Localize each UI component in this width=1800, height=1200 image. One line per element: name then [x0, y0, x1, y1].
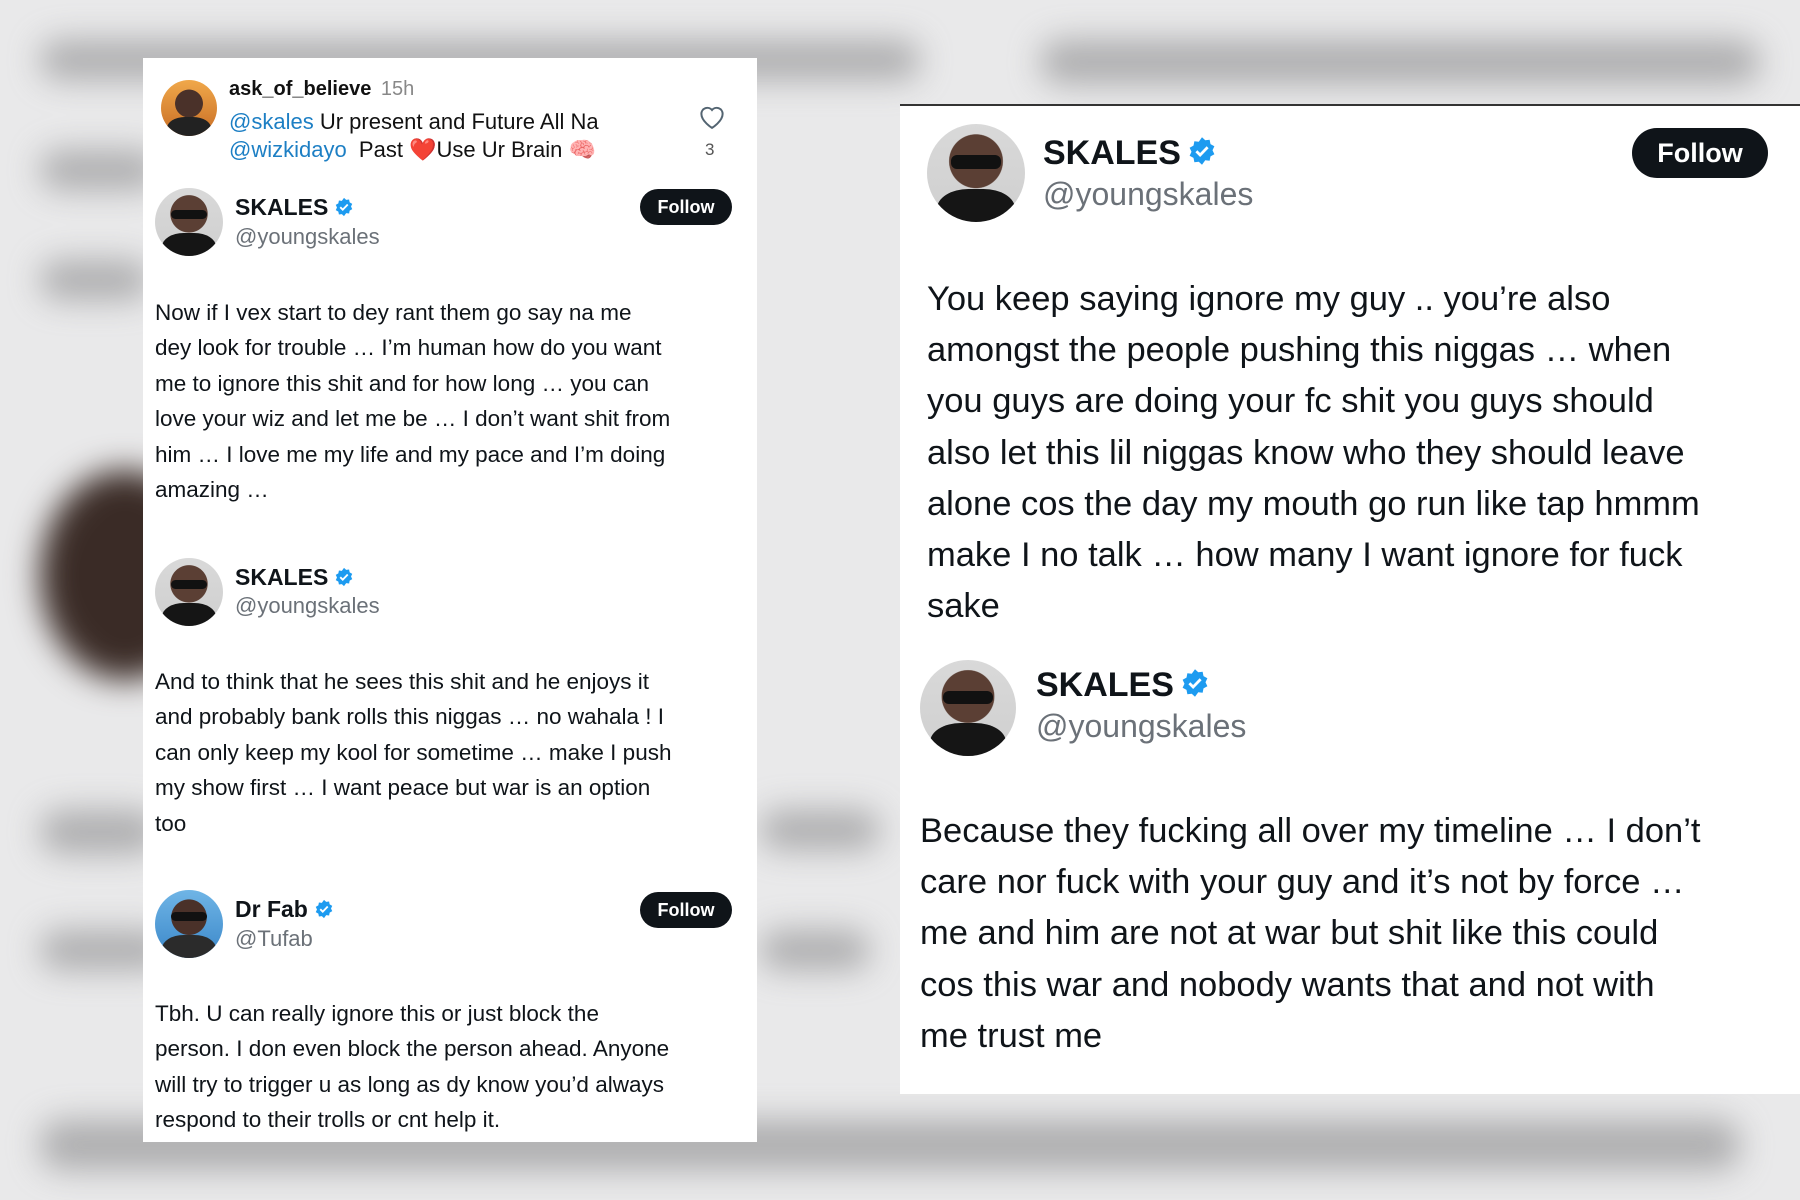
tweet-author-handle[interactable]: @youngskales	[235, 224, 380, 250]
tweet-text: Because they fucking all over my timelin…	[920, 812, 1701, 1055]
tweet-author-name[interactable]: Dr Fab	[235, 896, 334, 923]
tweet-author-handle[interactable]: @youngskales	[235, 593, 380, 619]
brain-emoji: 🧠	[568, 137, 596, 162]
tweet-author-name[interactable]: SKALES	[235, 194, 354, 221]
tweet-avatar[interactable]	[155, 558, 223, 626]
tweet-text: Now if I vex start to dey rant them go s…	[155, 300, 671, 503]
tweet-author-name[interactable]: SKALES	[1036, 666, 1210, 705]
tweet-author-handle[interactable]: @youngskales	[1036, 708, 1246, 745]
comment-text: @skales Ur present and Future All Na @wi…	[229, 109, 599, 162]
tweet-author-handle[interactable]: @youngskales	[1043, 176, 1253, 213]
mention-skales[interactable]: @skales	[229, 109, 314, 134]
tweet-avatar[interactable]	[920, 660, 1016, 756]
like-heart-icon[interactable]	[697, 102, 727, 130]
commenter-avatar[interactable]	[161, 80, 217, 136]
commenter-username[interactable]: ask_of_believe	[229, 78, 371, 100]
tweet-text: You keep saying ignore my guy .. you’re …	[927, 280, 1700, 626]
comment-time: 15h	[380, 78, 415, 100]
tweet-avatar[interactable]	[927, 124, 1025, 222]
verified-badge-icon	[1182, 669, 1208, 697]
tweet-author-handle[interactable]: @Tufab	[235, 926, 313, 952]
follow-button[interactable]: Follow	[1632, 128, 1768, 178]
verified-badge-icon	[1189, 137, 1215, 165]
verified-badge-icon	[315, 899, 333, 919]
verified-badge-icon	[336, 567, 353, 587]
comment-header: ask_of_believe 15h	[229, 78, 414, 101]
mention-wizkidayo[interactable]: @wizkidayo	[229, 137, 347, 162]
tweet-text: And to think that he sees this shit and …	[155, 669, 672, 836]
verified-badge-icon	[336, 197, 353, 217]
red-heart-emoji: ❤️	[409, 137, 437, 162]
tweet-avatar[interactable]	[155, 188, 223, 256]
tweet-text: Tbh. U can really ignore this or just bl…	[155, 1001, 670, 1133]
tweet-avatar[interactable]	[155, 890, 223, 958]
left-screenshot-card: ask_of_believe 15h @skales Ur present an…	[143, 58, 757, 1142]
tweet-author-name[interactable]: SKALES	[1043, 134, 1217, 173]
like-count: 3	[705, 140, 715, 159]
follow-button[interactable]: Follow	[640, 189, 732, 225]
right-screenshot-card: SKALES @youngskales Follow You keep sayi…	[900, 104, 1800, 1094]
tweet-author-name[interactable]: SKALES	[235, 564, 354, 591]
follow-button[interactable]: Follow	[640, 892, 732, 928]
